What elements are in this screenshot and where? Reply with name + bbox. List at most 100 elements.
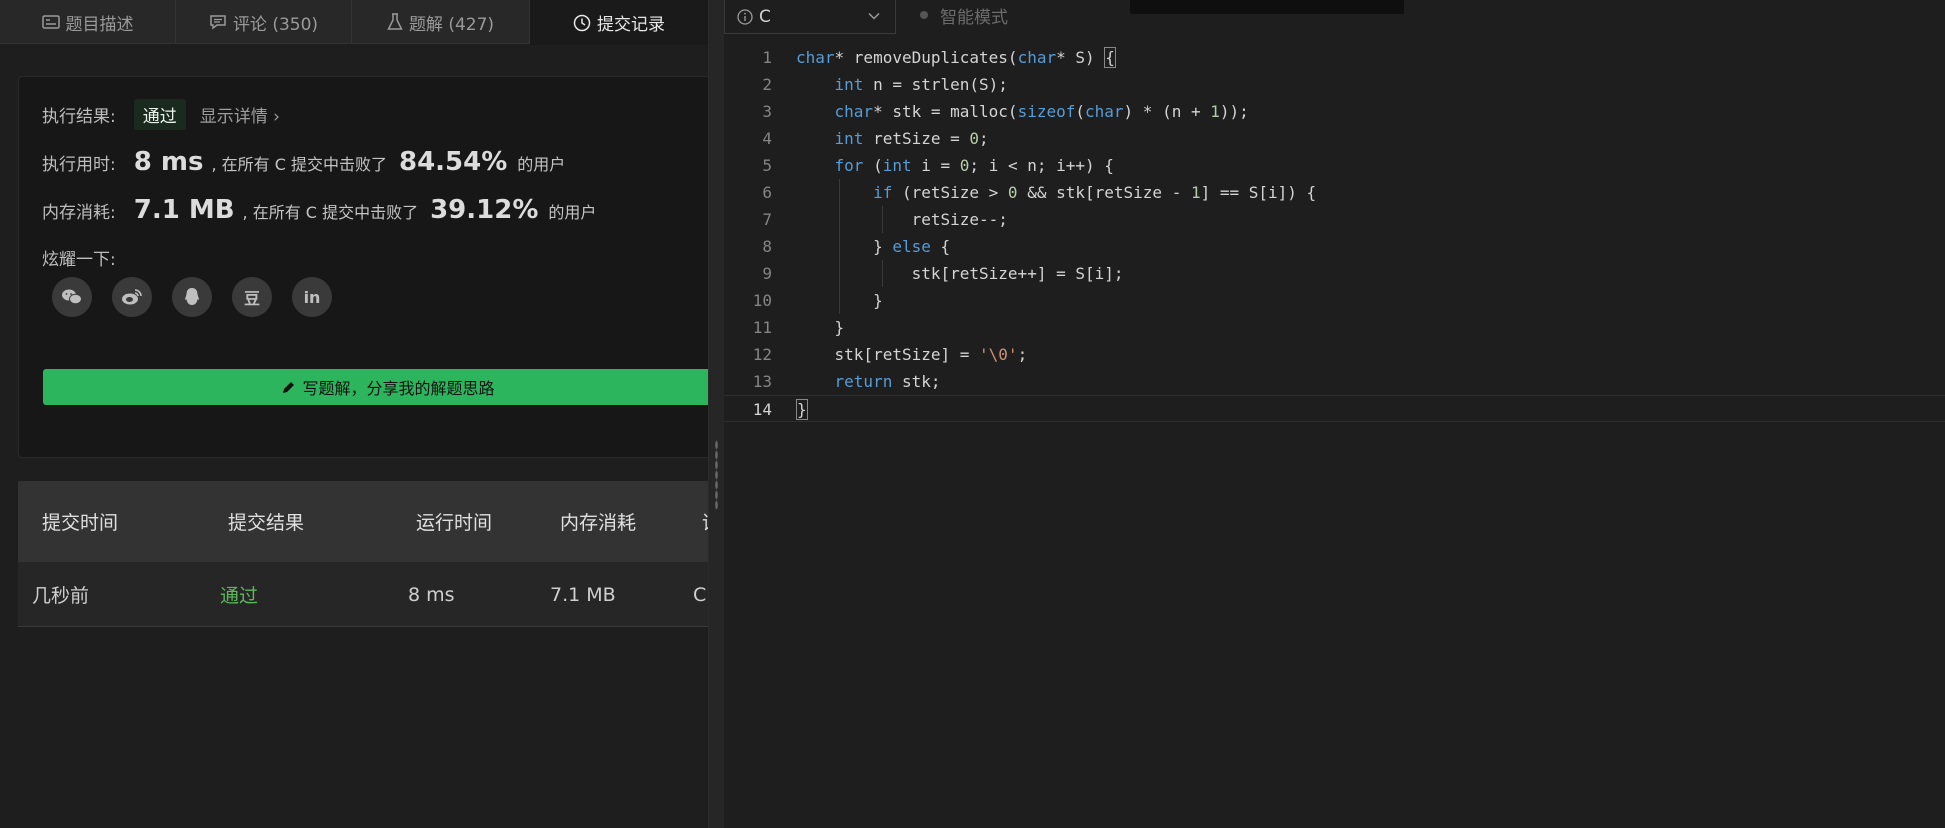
- memory-suffix: 的用户: [548, 203, 597, 222]
- qq-icon[interactable]: [172, 277, 212, 317]
- chevron-down-icon: [867, 8, 881, 28]
- code-line: 7 retSize--;: [724, 206, 1945, 233]
- submissions-table-header: 提交时间 提交结果 运行时间 内存消耗 语: [18, 481, 708, 562]
- line-number: 9: [762, 264, 772, 283]
- runtime-label: 执行用时:: [42, 155, 116, 175]
- code-text: int n = strlen(S);: [834, 75, 1008, 94]
- code-text: return stk;: [834, 372, 941, 391]
- weibo-icon[interactable]: [112, 277, 152, 317]
- line-number: 7: [762, 210, 772, 229]
- code-text: char* stk = malloc(sizeof(char) * (n + 1…: [834, 102, 1249, 121]
- cell-language: C: [693, 583, 707, 606]
- status-badge: 通过: [133, 99, 186, 130]
- tooltip-bar: [1130, 0, 1404, 14]
- runtime-value: 8 ms: [133, 147, 204, 177]
- code-text: retSize--;: [796, 210, 1008, 229]
- wechat-icon[interactable]: [52, 277, 92, 317]
- line-number: 2: [762, 75, 772, 94]
- clock-icon: [573, 14, 591, 32]
- editor-toolbar: C 智能模式: [724, 0, 1945, 36]
- line-number: 14: [752, 400, 772, 419]
- status-row: 执行结果: 通过 显示详情 ›: [42, 99, 280, 130]
- code-text: char* removeDuplicates(char* S) {: [796, 47, 1116, 68]
- panel-splitter[interactable]: [708, 0, 724, 828]
- code-line: 6 if (retSize > 0 && stk[retSize - 1] ==…: [724, 179, 1945, 206]
- code-line: 10 }: [724, 287, 1945, 314]
- linkedin-icon[interactable]: in: [292, 277, 332, 317]
- code-text: }: [796, 291, 883, 310]
- cell-runtime: 8 ms: [408, 583, 455, 606]
- tab-submissions[interactable]: 提交记录: [530, 0, 708, 45]
- memory-percentile: 39.12%: [430, 195, 539, 225]
- code-text: int retSize = 0;: [834, 129, 989, 148]
- code-text: stk[retSize] = '\0';: [796, 345, 1028, 364]
- header-submit-time[interactable]: 提交时间: [42, 481, 118, 562]
- line-number: 1: [762, 48, 772, 67]
- language-select[interactable]: C: [724, 0, 896, 34]
- mode-dot-icon: [920, 11, 928, 19]
- show-details-link[interactable]: 显示详情 ›: [200, 102, 280, 127]
- line-number: 12: [752, 345, 772, 364]
- memory-mid-text: , 在所有 C 提交中击败了: [242, 203, 419, 222]
- language-value: C: [759, 6, 771, 27]
- line-number: 3: [762, 102, 772, 121]
- code-line: 12 stk[retSize] = '\0';: [724, 341, 1945, 368]
- code-line: 2 int n = strlen(S);: [724, 71, 1945, 98]
- tab-description[interactable]: 题目描述: [0, 0, 176, 44]
- line-number: 4: [762, 129, 772, 148]
- runtime-mid-text: , 在所有 C 提交中击败了: [211, 155, 387, 174]
- description-icon: [41, 14, 60, 30]
- table-row[interactable]: 几秒前 通过 8 ms 7.1 MB C: [18, 562, 708, 627]
- code-line: 1 char* removeDuplicates(char* S) {: [724, 44, 1945, 71]
- code-text: }: [796, 318, 845, 337]
- tab-label: 提交记录: [597, 15, 665, 35]
- line-number: 11: [752, 318, 772, 337]
- code-line: 3 char* stk = malloc(sizeof(char) * (n +…: [724, 98, 1945, 125]
- tab-label: 评论 (350): [232, 14, 319, 35]
- runtime-row: 执行用时: 8 ms , 在所有 C 提交中击败了 84.54% 的用户: [42, 147, 565, 177]
- tab-comments[interactable]: 评论 (350): [176, 0, 352, 44]
- code-text: } else {: [796, 237, 951, 256]
- code-line: 5 for (int i = 0; i < n; i++) {: [724, 152, 1945, 179]
- header-runtime[interactable]: 运行时间: [416, 481, 492, 562]
- header-memory[interactable]: 内存消耗: [560, 481, 636, 562]
- runtime-suffix: 的用户: [517, 155, 566, 174]
- smart-mode-label: 智能模式: [940, 7, 1008, 28]
- code-line: 4 int retSize = 0;: [724, 125, 1945, 152]
- smart-mode-toggle[interactable]: 智能模式: [920, 0, 1008, 30]
- code-line-current: 14}: [724, 395, 1945, 422]
- line-number: 13: [752, 372, 772, 391]
- line-number: 8: [762, 237, 772, 256]
- memory-label: 内存消耗:: [42, 203, 116, 223]
- status-label: 执行结果:: [42, 107, 116, 127]
- header-submit-result[interactable]: 提交结果: [228, 481, 304, 562]
- code-editor-panel: C 智能模式 1 char* removeDuplicates(char* S) …: [724, 0, 1945, 828]
- memory-value: 7.1 MB: [133, 195, 235, 225]
- drag-handle-icon[interactable]: [715, 440, 718, 510]
- code-line: 8 } else {: [724, 233, 1945, 260]
- write-solution-label: 写题解，分享我的解题思路: [302, 379, 495, 398]
- code-area[interactable]: 1 char* removeDuplicates(char* S) { 2 int…: [724, 44, 1945, 422]
- info-icon: [737, 8, 753, 25]
- cell-submit-time: 几秒前: [32, 585, 90, 607]
- line-number: 5: [762, 156, 772, 175]
- cell-memory: 7.1 MB: [550, 583, 616, 606]
- write-solution-button[interactable]: 写题解，分享我的解题思路: [43, 369, 708, 405]
- result-card: 执行结果: 通过 显示详情 › 执行用时: 8 ms , 在所有 C 提交中击败…: [18, 76, 708, 458]
- code-line: 11 }: [724, 314, 1945, 341]
- memory-row: 内存消耗: 7.1 MB , 在所有 C 提交中击败了 39.12% 的用户: [42, 195, 596, 225]
- code-text: }: [796, 399, 808, 420]
- pencil-icon: [281, 380, 296, 395]
- share-row: 炫耀一下:: [42, 245, 134, 270]
- code-line: 13 return stk;: [724, 368, 1945, 395]
- tab-solutions[interactable]: 题解 (427): [352, 0, 530, 44]
- tab-label: 题解 (427): [408, 14, 495, 35]
- code-text: if (retSize > 0 && stk[retSize - 1] == S…: [873, 183, 1317, 202]
- tab-bar: 题目描述 评论 (350) 题解 (427) 提交记录: [0, 0, 708, 45]
- tab-label: 题目描述: [65, 14, 134, 35]
- douban-icon[interactable]: 豆: [232, 277, 272, 317]
- cell-submit-result[interactable]: 通过: [220, 562, 258, 627]
- code-text: stk[retSize++] = S[i];: [796, 264, 1124, 283]
- flask-icon: [387, 13, 403, 31]
- line-number: 6: [762, 183, 772, 202]
